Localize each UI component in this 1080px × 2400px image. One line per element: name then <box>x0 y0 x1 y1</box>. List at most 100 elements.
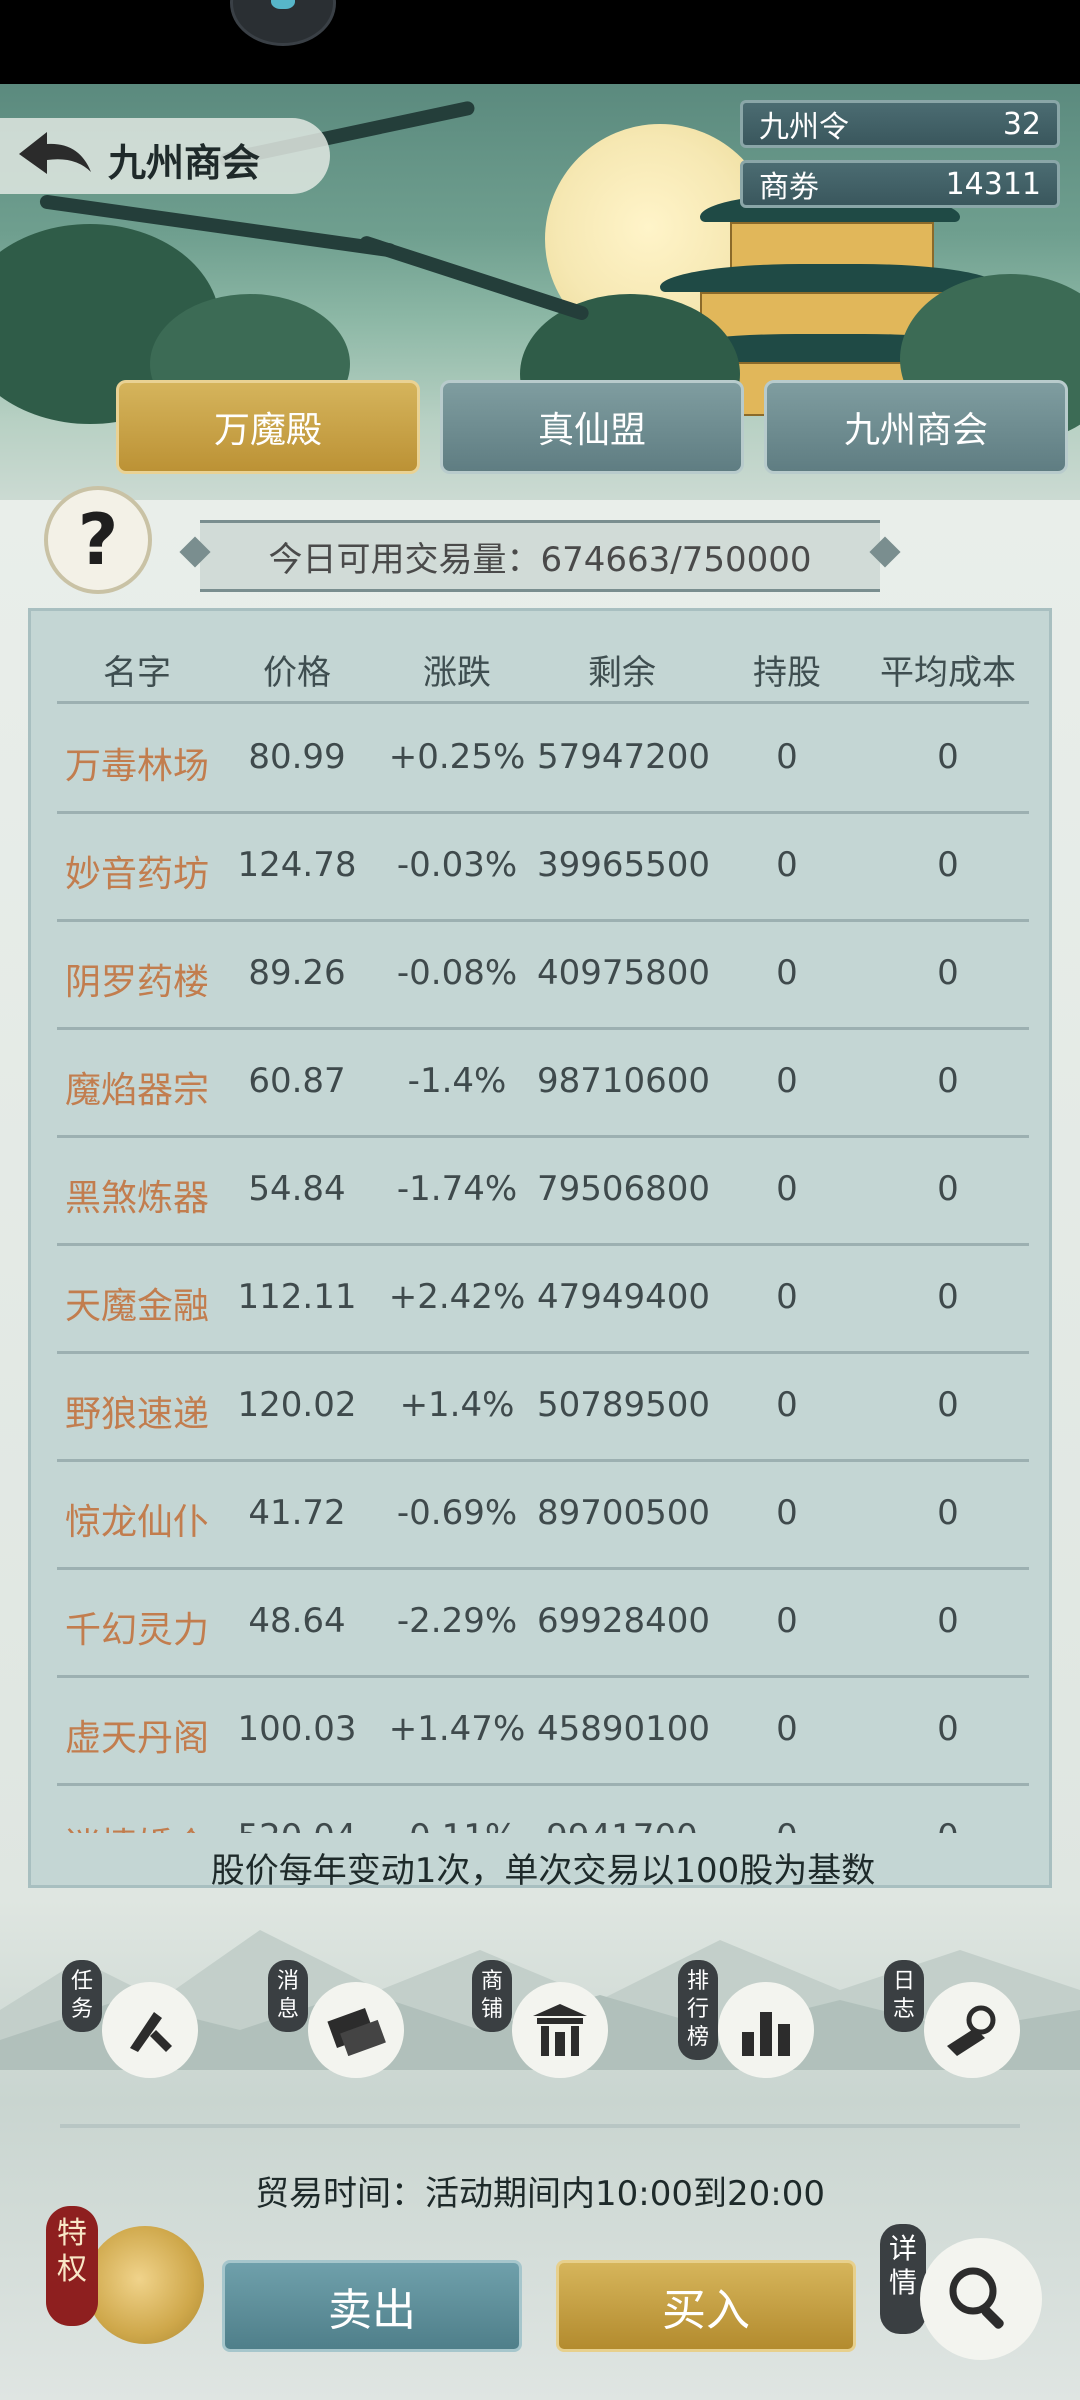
privilege-label: 特权 <box>46 2206 98 2326</box>
currency-name: 商劵 <box>759 170 819 205</box>
nav-message[interactable]: 消息 <box>268 1960 408 2100</box>
currency-value: 32 <box>1002 106 1041 142</box>
header-price: 价格 <box>263 653 331 693</box>
detail-button[interactable]: 详情 <box>880 2224 1050 2374</box>
page-title: 九州商会 <box>108 141 261 185</box>
row-avg-cost: 0 <box>937 953 959 993</box>
row-remaining: 69928400 <box>537 1601 711 1641</box>
table-row[interactable]: 野狼速递 120.02 +1.4% 50789500 0 0 <box>57 1351 1029 1462</box>
nav-task[interactable]: 任务 <box>62 1960 202 2100</box>
currency-value: 14311 <box>945 166 1041 202</box>
nav-message-label: 消息 <box>268 1960 308 2032</box>
row-change: +2.42% <box>388 1277 526 1317</box>
row-change: -2.29% <box>396 1601 518 1641</box>
row-name: 虚天丹阁 <box>64 1718 209 1759</box>
privilege-swirl-icon <box>86 2226 204 2344</box>
row-change: -0.69% <box>396 1493 518 1533</box>
row-held: 0 <box>776 953 798 993</box>
row-held: 0 <box>776 1385 798 1425</box>
row-price: 60.87 <box>248 1061 346 1101</box>
table-row[interactable]: 天魔金融 112.11 +2.42% 47949400 0 0 <box>57 1243 1029 1354</box>
row-avg-cost: 0 <box>937 1277 959 1317</box>
row-avg-cost: 0 <box>937 1601 959 1641</box>
table-row[interactable]: 阴罗药楼 89.26 -0.08% 40975800 0 0 <box>57 919 1029 1030</box>
row-avg-cost: 0 <box>937 1169 959 1209</box>
row-avg-cost: 0 <box>867 1817 1029 1833</box>
tab-jiuzhou-shanghui[interactable]: 九州商会 <box>764 380 1068 474</box>
question-mark-icon: ? <box>77 499 119 581</box>
row-remaining: 47949400 <box>537 1277 711 1317</box>
row-name: 阴罗药楼 <box>64 962 209 1003</box>
row-name: 魔焰器宗 <box>64 1070 209 1111</box>
row-change: -0.03% <box>396 845 518 885</box>
row-price: 520.04 <box>217 1817 377 1833</box>
table-row[interactable]: 惊龙仙仆 41.72 -0.69% 89700500 0 0 <box>57 1459 1029 1570</box>
row-change: +0.25% <box>388 737 526 777</box>
gate-icon <box>512 1982 608 2078</box>
row-name: 黑煞炼器 <box>64 1178 209 1219</box>
row-change: -1.4% <box>407 1061 507 1101</box>
table-row[interactable]: 黑煞炼器 54.84 -1.74% 79506800 0 0 <box>57 1135 1029 1246</box>
row-held: 0 <box>776 1601 798 1641</box>
row-name: 惊龙仙仆 <box>64 1502 209 1543</box>
price-note: 股价每年变动1次，单次交易以100股为基数 <box>210 1851 876 1891</box>
currency-name: 九州令 <box>759 110 849 145</box>
privilege-button[interactable]: 特权 <box>46 2206 206 2366</box>
row-remaining: 57947200 <box>537 737 711 777</box>
row-price: 112.11 <box>237 1277 357 1317</box>
back-button[interactable] <box>10 126 100 186</box>
row-change: +1.47% <box>388 1709 526 1749</box>
currency-jiuzhou-token: 九州令 32 <box>740 100 1060 148</box>
table-row[interactable]: 万毒林场 80.99 +0.25% 57947200 0 0 <box>57 703 1029 814</box>
row-change: -0.08% <box>396 953 518 993</box>
table-body: 万毒林场 80.99 +0.25% 57947200 0 0 妙音药坊 124.78 -0.03… <box>57 703 1029 1833</box>
scroll-icon <box>308 1982 404 2078</box>
row-change: +1.4% <box>399 1385 515 1425</box>
table-header: 名字 价格 涨跌 剩余 持股 平均成本 <box>57 627 1029 704</box>
row-remaining: 45890100 <box>537 1709 711 1749</box>
row-held: 0 <box>776 1061 798 1101</box>
nav-ranking-label: 排行榜 <box>678 1960 718 2060</box>
row-avg-cost: 0 <box>937 1709 959 1749</box>
row-price: 48.64 <box>248 1601 346 1641</box>
tab-wanmodian[interactable]: 万魔殿 <box>116 380 420 474</box>
nav-shop[interactable]: 商铺 <box>472 1960 612 2100</box>
nav-shop-label: 商铺 <box>472 1960 512 2032</box>
sell-button[interactable]: 卖出 <box>222 2260 522 2352</box>
table-row[interactable]: 妙音药坊 124.78 -0.03% 39965500 0 0 <box>57 811 1029 922</box>
row-avg-cost: 0 <box>937 1493 959 1533</box>
row-held: 0 <box>776 1493 798 1533</box>
tab-zhenxianmeng[interactable]: 真仙盟 <box>440 380 744 474</box>
row-held: 0 <box>707 1817 867 1833</box>
nav-divider <box>60 2124 1020 2128</box>
table-row[interactable]: 千幻灵力 48.64 -2.29% 69928400 0 0 <box>57 1567 1029 1678</box>
nav-ranking[interactable]: 排行榜 <box>678 1960 818 2100</box>
row-remaining: 9941700 <box>537 1817 707 1833</box>
bottom-nav: 任务 消息 商铺 排行榜 日志 <box>0 1960 1080 2110</box>
table-row[interactable]: 虚天丹阁 100.03 +1.47% 45890100 0 0 <box>57 1675 1029 1786</box>
row-held: 0 <box>776 1169 798 1209</box>
header-avg-cost: 平均成本 <box>880 653 1016 693</box>
row-price: 54.84 <box>248 1169 346 1209</box>
row-price: 100.03 <box>237 1709 357 1749</box>
row-avg-cost: 0 <box>937 737 959 777</box>
help-button[interactable]: ? <box>44 486 152 594</box>
row-name: 天魔金融 <box>64 1286 209 1327</box>
log-scroll-icon <box>924 1982 1020 2078</box>
table-row[interactable]: 迷情婚介520.04-0.11%994170000 <box>57 1783 1029 1833</box>
row-avg-cost: 0 <box>937 1385 959 1425</box>
buy-button[interactable]: 买入 <box>556 2260 856 2352</box>
stock-table: 名字 价格 涨跌 剩余 持股 平均成本 万毒林场 80.99 +0.25% 57947… <box>28 608 1052 1891</box>
row-remaining: 79506800 <box>537 1169 711 1209</box>
row-remaining: 40975800 <box>537 953 711 993</box>
row-name: 野狼速递 <box>64 1394 209 1435</box>
magnifier-icon <box>920 2238 1042 2360</box>
row-name: 妙音药坊 <box>64 854 209 895</box>
header-change: 涨跌 <box>423 653 491 693</box>
row-remaining: 50789500 <box>537 1385 711 1425</box>
mascot-avatar-icon <box>230 0 336 46</box>
row-name: 万毒林场 <box>64 746 209 787</box>
row-held: 0 <box>776 1277 798 1317</box>
nav-log[interactable]: 日志 <box>884 1960 1024 2100</box>
table-row[interactable]: 魔焰器宗 60.87 -1.4% 98710600 0 0 <box>57 1027 1029 1138</box>
